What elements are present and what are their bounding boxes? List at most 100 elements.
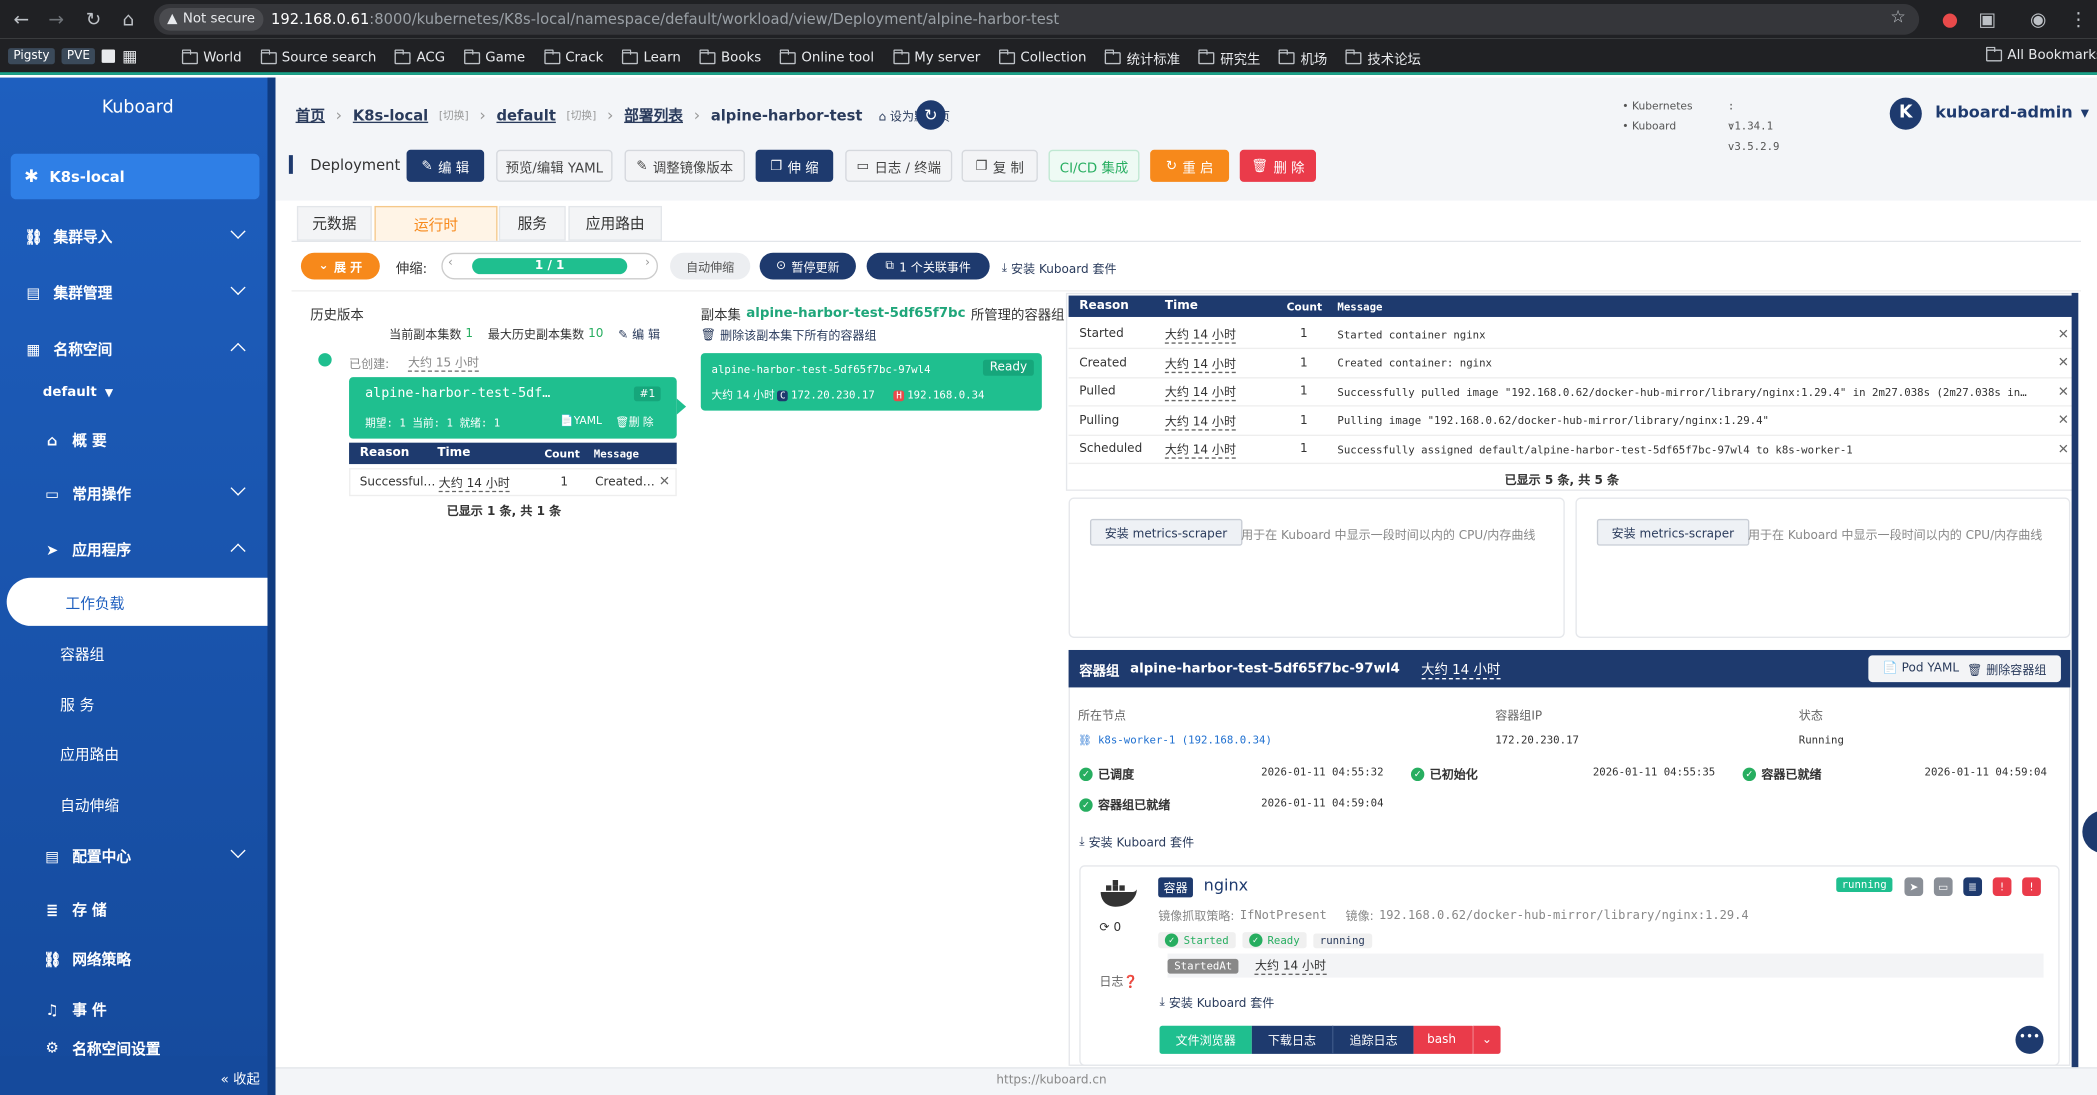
adjust-image-button[interactable]: ✎ 调整镜像版本 bbox=[624, 149, 745, 182]
crumb-switch-namespace[interactable]: [切换] bbox=[567, 108, 597, 123]
bookmark-pve[interactable]: PVE bbox=[61, 48, 96, 65]
tab-runtime[interactable]: 运行时 bbox=[374, 205, 498, 241]
bookmark-collection[interactable]: Collection bbox=[998, 49, 1087, 66]
sidebar-item-namespace[interactable]: ▦ 名称空间 bbox=[0, 329, 267, 369]
cicd-button[interactable]: CI/CD 集成 bbox=[1048, 149, 1140, 182]
bookmark-pigsty[interactable]: Pigsty bbox=[8, 48, 55, 65]
bash-button[interactable]: bash bbox=[1413, 1025, 1473, 1054]
bookmark-books[interactable]: Books bbox=[699, 49, 761, 66]
decrement-icon[interactable]: ‹ bbox=[448, 257, 453, 270]
crumb-deploy-list[interactable]: 部署列表 bbox=[624, 104, 683, 125]
container-install-kuboard-link[interactable]: ⤓ 安装 Kuboard 套件 bbox=[1160, 994, 1275, 1011]
expand-button[interactable]: ⌄ 展 开 bbox=[300, 252, 380, 280]
tab-ingress[interactable]: 应用路由 bbox=[568, 205, 663, 241]
file-browser-button[interactable]: 文件浏览器 bbox=[1159, 1025, 1252, 1054]
alert-icon[interactable]: ! bbox=[1992, 877, 2012, 897]
sidebar-item-config[interactable]: ▤ 配置中心 bbox=[0, 836, 267, 876]
bookmark-my-server[interactable]: My server bbox=[892, 49, 980, 66]
delete-button[interactable]: 🗑 删 除 bbox=[1239, 149, 1317, 182]
footer-link[interactable]: https://kuboard.cn bbox=[996, 1074, 1106, 1087]
pod-install-kuboard-link[interactable]: ⤓ 安装 Kuboard 套件 bbox=[1079, 833, 1194, 850]
pod-yaml-button[interactable]: 📄 Pod YAML bbox=[1883, 662, 1959, 675]
address-bar[interactable]: ▲ Not secure 192.168.0.61:8000/kubernetes… bbox=[153, 4, 1920, 35]
bookmark-airport[interactable]: 机场 bbox=[1279, 48, 1327, 68]
forward-icon[interactable]: → bbox=[45, 9, 66, 30]
stop-icon[interactable]: ! bbox=[2022, 877, 2041, 897]
menu-kebab-icon[interactable]: ⋮ bbox=[2068, 9, 2089, 30]
cluster-selector[interactable]: ✱ K8s-local bbox=[10, 153, 260, 200]
sidebar-item-netpol[interactable]: ⛓ 网络策略 bbox=[0, 939, 267, 979]
bookmark-grad[interactable]: 研究生 bbox=[1198, 48, 1260, 68]
replica-stepper[interactable]: ‹ 1 / 1 › bbox=[441, 252, 659, 280]
yaml-button[interactable]: 预览/编辑 YAML bbox=[496, 149, 613, 182]
close-icon[interactable]: ✕ bbox=[659, 475, 670, 490]
bookmark-source-search[interactable]: Source search bbox=[260, 49, 376, 66]
database-icon[interactable]: ≣ bbox=[1963, 877, 1983, 897]
restart-button[interactable]: ↻ 重 启 bbox=[1150, 149, 1230, 182]
copy-button[interactable]: ❐ 复 制 bbox=[961, 149, 1038, 182]
bookmark-online-tool[interactable]: Online tool bbox=[779, 49, 874, 66]
close-icon[interactable]: ✕ bbox=[2058, 414, 2069, 429]
sidebar-item-overview[interactable]: ⌂ 概 要 bbox=[0, 420, 267, 460]
namespace-dropdown[interactable]: default ▼ bbox=[43, 385, 113, 400]
download-logs-button[interactable]: 下载日志 bbox=[1251, 1025, 1334, 1054]
bookmark-world[interactable]: World bbox=[181, 49, 242, 66]
star-icon[interactable]: ☆ bbox=[1890, 8, 1906, 28]
related-events-button[interactable]: ⧉ 1 个关联事件 bbox=[866, 252, 990, 280]
replicaset-card[interactable]: alpine-harbor-test-5df… #1 期望: 1 当前: 1 就… bbox=[349, 377, 677, 439]
edit-history-link[interactable]: ✎ 编 辑 bbox=[618, 325, 660, 342]
close-icon[interactable]: ✕ bbox=[2058, 385, 2069, 400]
delete-all-pods-link[interactable]: 🗑 删除该副本集下所有的容器组 bbox=[701, 326, 877, 343]
sidebar-item-autoscale[interactable]: 自动伸缩 bbox=[60, 794, 119, 815]
tail-logs-button[interactable]: 追踪日志 bbox=[1333, 1025, 1414, 1054]
storage-icon[interactable]: ▭ bbox=[1933, 877, 1953, 897]
bookmark-square-icon[interactable] bbox=[102, 49, 116, 63]
sidebar-item-cluster-manage[interactable]: ▤ 集群管理 bbox=[0, 273, 267, 313]
refresh-icon[interactable]: ↻ bbox=[916, 100, 946, 130]
crumb-home[interactable]: 首页 bbox=[296, 104, 325, 125]
content-scrollbar[interactable] bbox=[2071, 292, 2079, 1069]
bookmark-stat[interactable]: 统计标准 bbox=[1105, 48, 1180, 68]
rs-delete-link[interactable]: 🗑删 除 bbox=[615, 415, 653, 430]
chat-widget-icon[interactable] bbox=[2082, 810, 2097, 854]
tab-services[interactable]: 服务 bbox=[498, 205, 566, 241]
bookmark-acg[interactable]: ACG bbox=[395, 49, 445, 66]
collapse-sidebar-button[interactable]: « 收起 bbox=[221, 1067, 260, 1088]
pause-update-button[interactable]: ⊙ 暂停更新 bbox=[759, 252, 856, 280]
sidebar-item-apps[interactable]: ➤ 应用程序 bbox=[0, 530, 267, 570]
not-secure-badge[interactable]: ▲ Not secure bbox=[159, 8, 264, 31]
scale-button[interactable]: ❐ 伸 缩 bbox=[755, 149, 834, 182]
autoscale-button[interactable]: 自动伸缩 bbox=[670, 252, 751, 280]
sidebar-item-common-ops[interactable]: ▭ 常用操作 bbox=[0, 473, 267, 513]
apps-grid-icon[interactable]: ▦ bbox=[122, 47, 137, 66]
install-metrics-button[interactable]: 安装 metrics-scraper bbox=[1596, 518, 1749, 546]
all-bookmarks[interactable]: All Bookmarks bbox=[1986, 46, 2097, 63]
bookmark-game[interactable]: Game bbox=[463, 49, 525, 66]
reload-icon[interactable]: ↻ bbox=[83, 9, 104, 30]
crumb-namespace[interactable]: default bbox=[496, 106, 555, 123]
sidebar-item-services[interactable]: 服 务 bbox=[60, 694, 94, 715]
close-icon[interactable]: ✕ bbox=[2058, 443, 2069, 458]
sidebar-item-ingress[interactable]: 应用路由 bbox=[60, 744, 119, 765]
sidebar-item-import[interactable]: ⛓ 集群导入 bbox=[0, 217, 267, 257]
sidebar-item-workload[interactable]: 工作负载 bbox=[6, 577, 276, 626]
extension-icon[interactable]: ● bbox=[1939, 9, 1960, 30]
logs-terminal-button[interactable]: ▭ 日志 / 终端 bbox=[845, 149, 953, 182]
bookmark-forum[interactable]: 技术论坛 bbox=[1345, 48, 1421, 68]
node-link[interactable]: ⛓ k8s-worker-1 (192.168.0.34) bbox=[1078, 734, 1272, 746]
home-icon[interactable]: ⌂ bbox=[118, 9, 139, 30]
close-icon[interactable]: ✕ bbox=[2058, 356, 2069, 371]
user-menu[interactable]: kuboard-admin ▼ bbox=[1935, 103, 2089, 122]
sidebar-item-pods[interactable]: 容器组 bbox=[60, 643, 104, 664]
send-icon[interactable]: ➤ bbox=[1904, 877, 1924, 897]
pod-card[interactable]: alpine-harbor-test-5df65f7bc-97wl4 Ready… bbox=[700, 353, 1042, 411]
sidebar-item-events[interactable]: ♫ 事 件 bbox=[0, 990, 267, 1030]
edit-button[interactable]: ✎ 编 辑 bbox=[406, 149, 485, 182]
crumb-switch-cluster[interactable]: [切换] bbox=[439, 108, 469, 123]
rs-yaml-link[interactable]: 📄YAML bbox=[560, 415, 602, 427]
back-icon[interactable]: ← bbox=[11, 9, 32, 30]
increment-icon[interactable]: › bbox=[645, 257, 650, 270]
profile-icon[interactable]: ◉ bbox=[2027, 9, 2048, 30]
sidebar-item-storage[interactable]: ≣ 存 储 bbox=[0, 889, 267, 929]
bookmark-crack[interactable]: Crack bbox=[543, 49, 603, 66]
